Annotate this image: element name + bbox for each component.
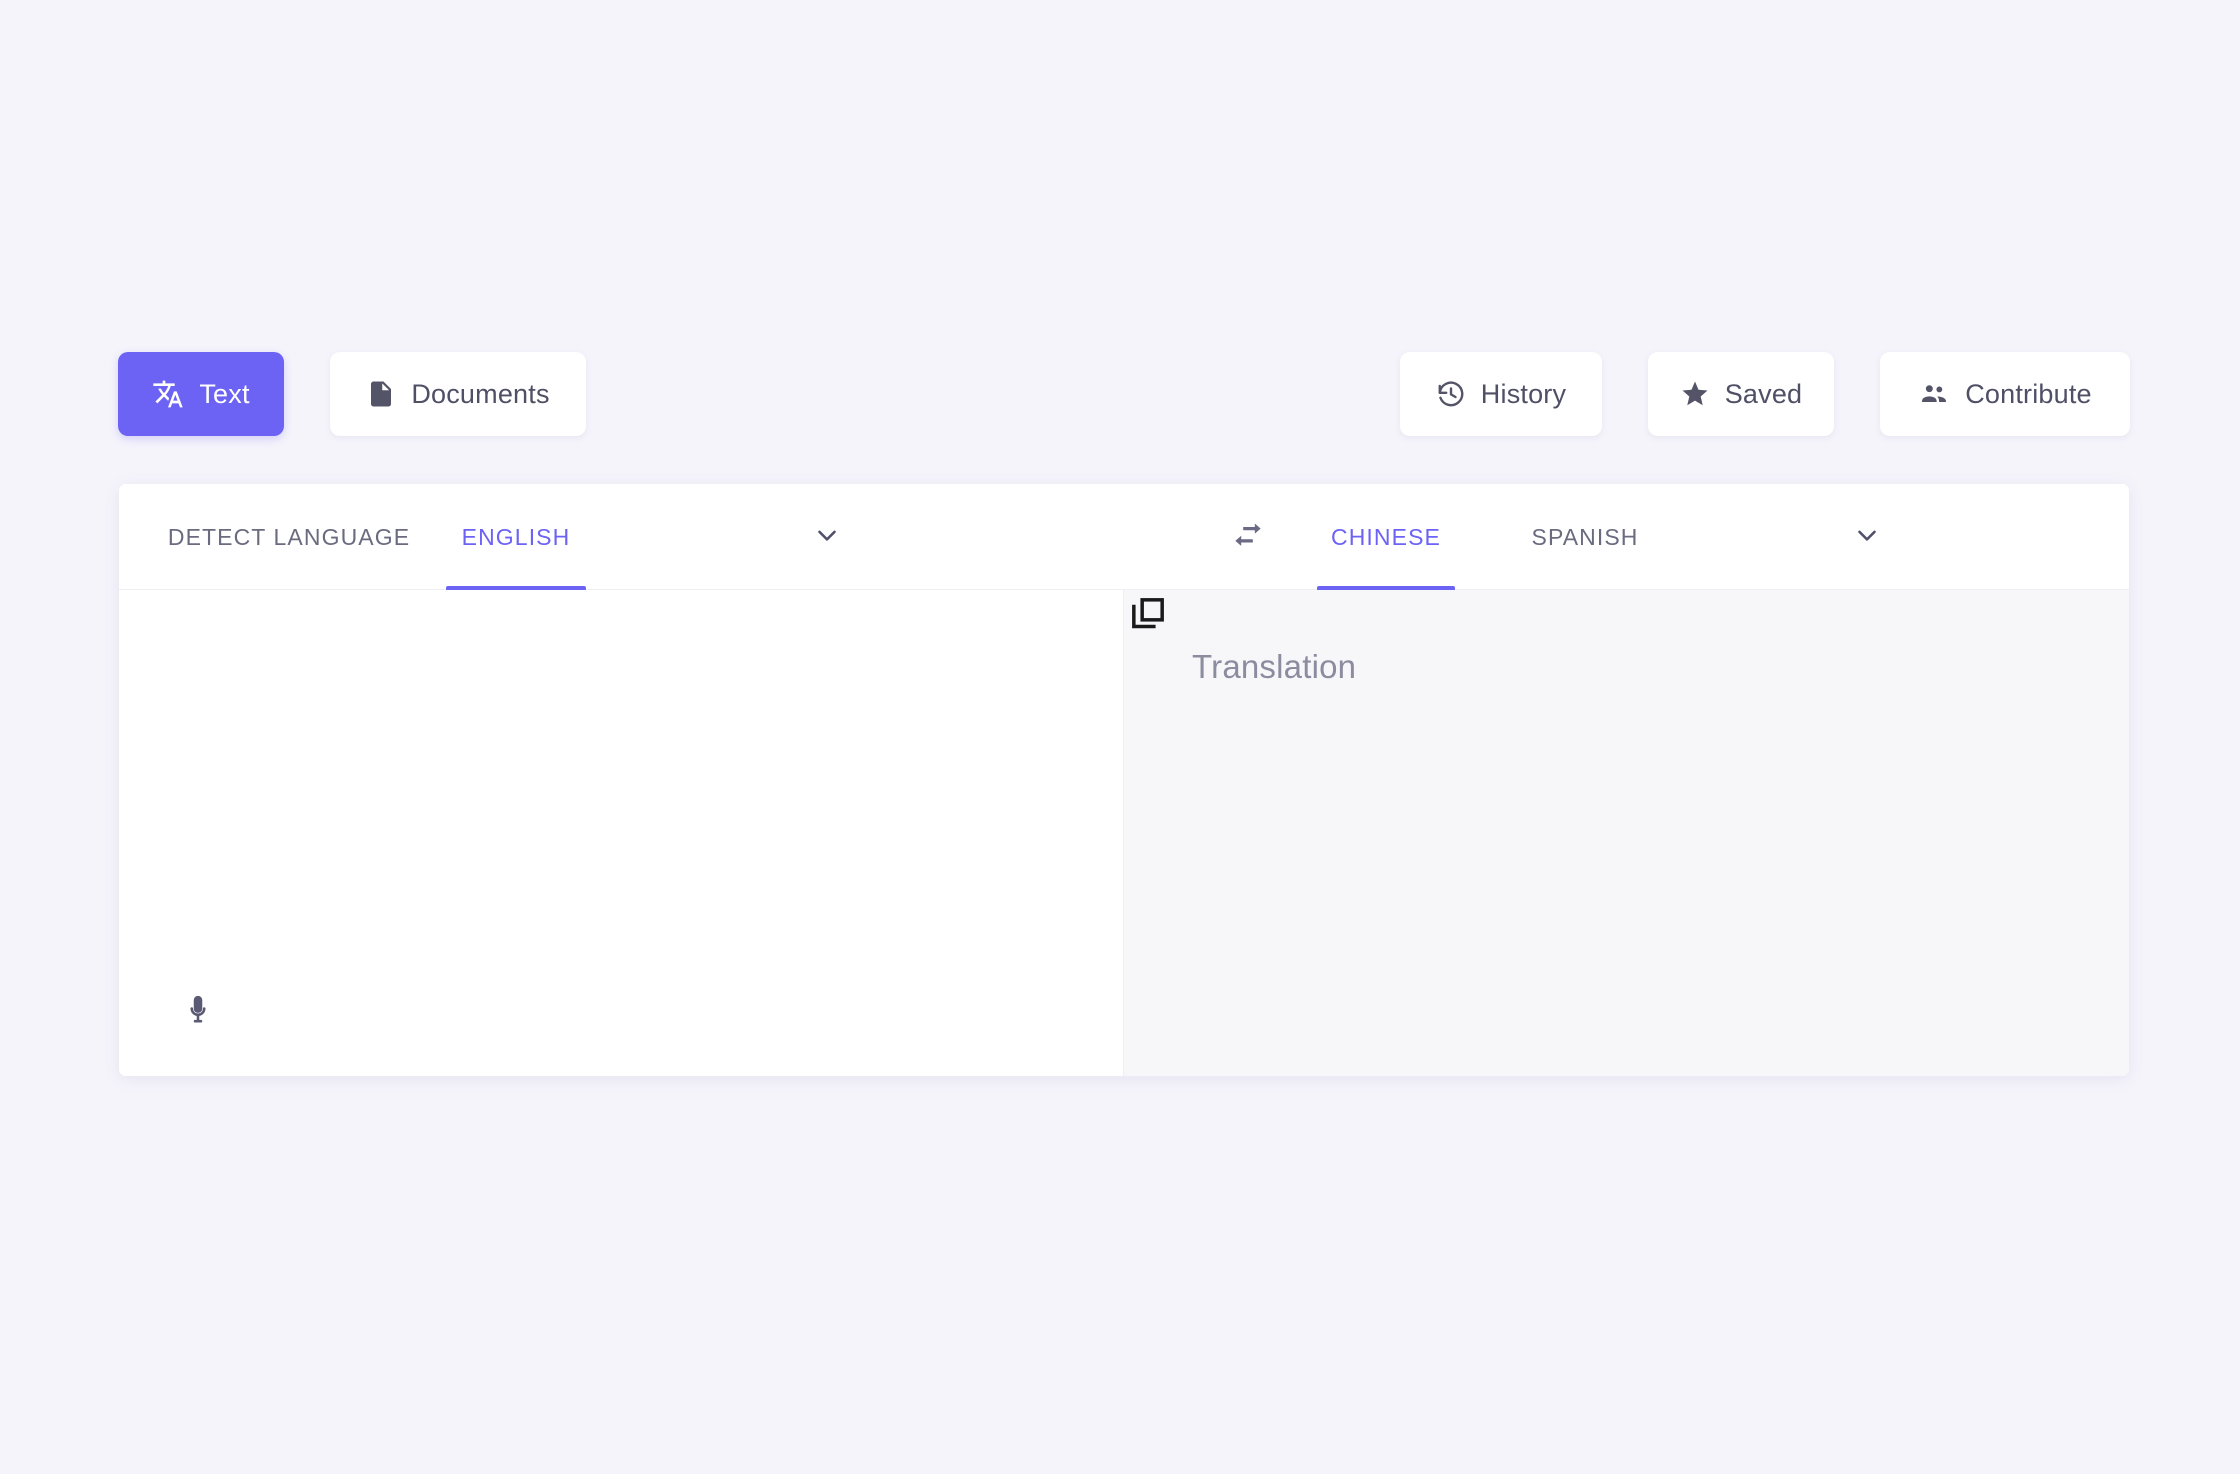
target-tab-spanish-label: SPANISH	[1531, 523, 1639, 550]
target-language-dropdown[interactable]	[1837, 484, 1897, 590]
contribute-label: Contribute	[1965, 378, 2092, 409]
star-icon	[1680, 379, 1710, 409]
tab-documents[interactable]: Documents	[330, 352, 586, 436]
source-tab-detect-language[interactable]: DETECT LANGUAGE	[168, 484, 409, 590]
copy-icon	[1128, 594, 1168, 639]
target-tab-spanish[interactable]: SPANISH	[1511, 484, 1659, 590]
translate-icon	[152, 378, 184, 410]
source-tab-english-label: ENGLISH	[461, 523, 571, 550]
source-text-input[interactable]	[161, 616, 1081, 946]
voice-input-button[interactable]	[174, 988, 222, 1036]
contribute-button[interactable]: Contribute	[1880, 352, 2130, 436]
target-tab-chinese[interactable]: CHINESE	[1317, 484, 1455, 591]
saved-label: Saved	[1724, 378, 1803, 409]
source-text-pane	[119, 590, 1124, 1076]
tab-documents-label: Documents	[411, 378, 550, 409]
language-tab-bar: DETECT LANGUAGE ENGLISH CHINESE SPANISH	[119, 484, 2129, 591]
history-label: History	[1480, 378, 1567, 409]
translation-placeholder: Translation	[1192, 648, 1357, 685]
swap-languages-button[interactable]	[1212, 484, 1284, 590]
tab-text[interactable]: Text	[118, 352, 284, 436]
translator-card: DETECT LANGUAGE ENGLISH CHINESE SPANISH	[119, 484, 2129, 1076]
toolbar-left-group: Text Documents	[118, 352, 586, 436]
top-toolbar: Text Documents History Saved Contribute	[118, 352, 2130, 448]
copy-translation-button[interactable]	[1126, 594, 1170, 638]
microphone-icon	[181, 993, 215, 1032]
source-language-dropdown[interactable]	[797, 484, 857, 590]
source-tab-english[interactable]: ENGLISH	[446, 484, 586, 591]
source-tab-detect-language-label: DETECT LANGUAGE	[167, 523, 411, 550]
swap-horizontal-icon	[1232, 519, 1264, 556]
saved-button[interactable]: Saved	[1648, 352, 1834, 436]
document-icon	[366, 379, 396, 409]
toolbar-right-group: History Saved Contribute	[1400, 352, 2130, 436]
history-icon	[1436, 379, 1466, 409]
history-button[interactable]: History	[1400, 352, 1602, 436]
people-icon	[1918, 378, 1950, 410]
tab-text-label: Text	[199, 378, 250, 409]
chevron-down-icon	[1852, 520, 1882, 555]
translator-page: Text Documents History Saved Contribute …	[0, 0, 2240, 1474]
chevron-down-icon	[812, 520, 842, 555]
target-tab-chinese-label: CHINESE	[1331, 523, 1441, 550]
